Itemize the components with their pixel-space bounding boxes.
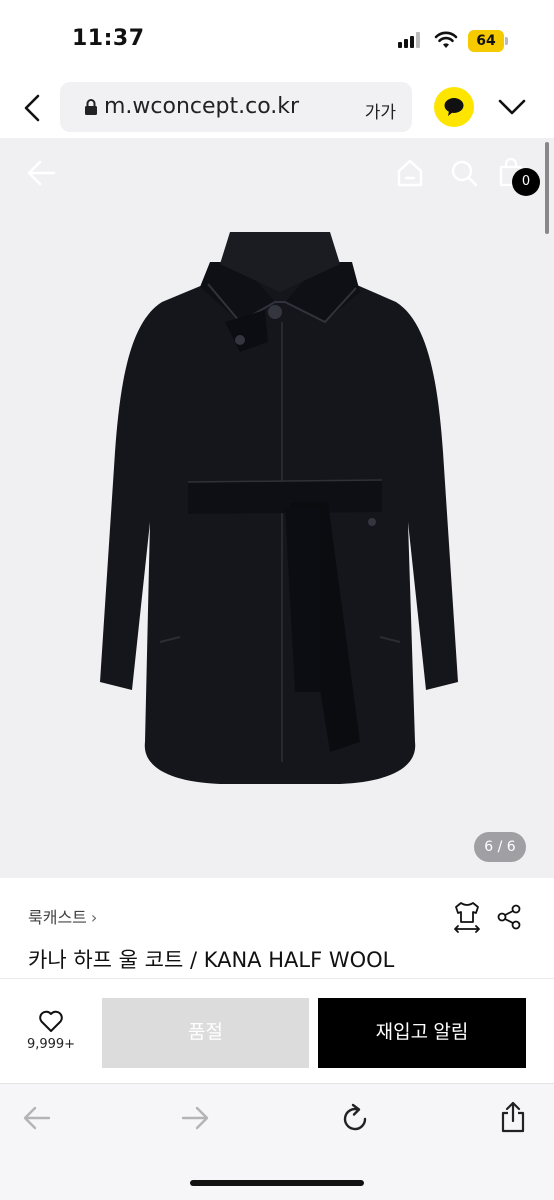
size-guide-icon[interactable]	[452, 900, 482, 934]
browser-address-bar: m.wconcept.co.kr 가가	[0, 80, 554, 138]
battery-level: 64	[468, 30, 504, 52]
wishlist-button[interactable]: 9,999+	[20, 1009, 82, 1061]
product-title: 카나 하프 울 코트 / KANA HALF WOOL	[28, 948, 395, 972]
search-icon[interactable]	[450, 158, 478, 188]
product-photo	[100, 232, 458, 784]
home-indicator	[190, 1180, 364, 1186]
chevron-down-icon[interactable]	[496, 94, 528, 120]
heart-icon	[39, 1010, 63, 1032]
arrow-left-icon[interactable]	[22, 1104, 52, 1132]
chevron-right-icon: ›	[90, 908, 98, 927]
url-text: m.wconcept.co.kr	[104, 94, 300, 119]
url-field[interactable]: m.wconcept.co.kr 가가	[60, 82, 412, 132]
soldout-button[interactable]: 품절	[102, 998, 309, 1068]
image-page-indicator: 6 / 6	[474, 832, 526, 862]
cart-count-badge: 0	[512, 168, 540, 196]
lock-icon	[85, 99, 97, 115]
product-info: 룩캐스트 › 카나 하프 울 코트 / KANA HALF WOOL	[0, 878, 554, 978]
share-icon[interactable]	[498, 1100, 528, 1134]
purchase-action-bar: 9,999+ 품절 재입고 알림	[0, 979, 554, 1083]
cellular-signal-icon	[398, 32, 422, 48]
scrollbar[interactable]	[545, 142, 549, 234]
chevron-left-icon[interactable]	[18, 90, 46, 126]
arrow-right-icon[interactable]	[180, 1104, 210, 1132]
status-time: 11:37	[72, 26, 145, 51]
arrow-left-icon[interactable]	[26, 158, 58, 188]
brand-link[interactable]: 룩캐스트 ›	[28, 904, 97, 928]
kakao-chat-button[interactable]	[434, 87, 474, 127]
wish-count: 9,999+	[26, 1037, 76, 1052]
kakao-chat-icon	[444, 98, 464, 116]
wifi-icon	[434, 31, 458, 48]
share-icon[interactable]	[496, 904, 522, 930]
product-image-carousel[interactable]: 0 6 / 6	[0, 138, 554, 878]
browser-toolbar	[0, 1083, 554, 1200]
restock-alert-button[interactable]: 재입고 알림	[318, 998, 526, 1068]
status-bar: 11:37 64	[0, 0, 554, 80]
brand-name: 룩캐스트	[28, 908, 87, 927]
reload-icon[interactable]	[340, 1102, 370, 1134]
text-size-button[interactable]: 가가	[365, 98, 396, 123]
home-icon[interactable]	[396, 158, 424, 188]
battery-icon: 64	[468, 30, 508, 52]
